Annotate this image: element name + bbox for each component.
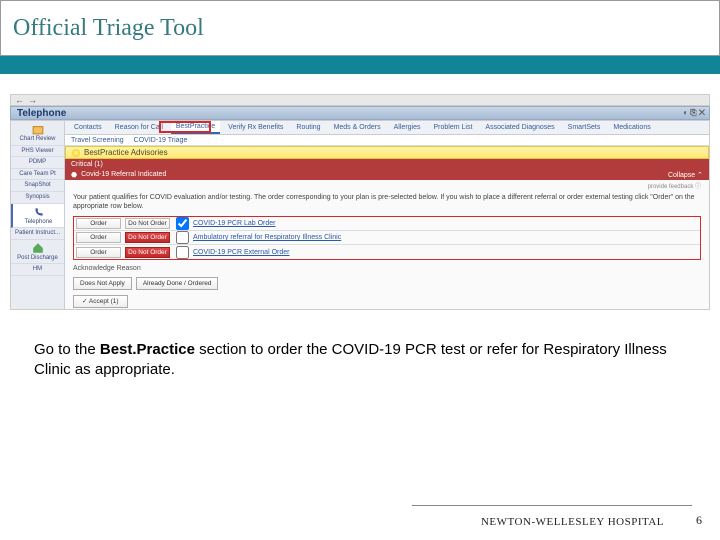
house-icon [31, 242, 45, 254]
subtab-travel[interactable]: Travel Screening [71, 137, 124, 144]
footer-rule [412, 505, 692, 506]
sidebar-item-careteam[interactable]: Care Team Pt [11, 169, 64, 181]
subtab-row: Travel Screening COVID-19 Triage [65, 135, 709, 146]
tab-row: Contacts Reason for Call BestPractice Ve… [65, 121, 709, 135]
main-panel: Contacts Reason for Call BestPractice Ve… [65, 121, 709, 309]
tab-allergies[interactable]: Allergies [389, 122, 426, 133]
ack-notapply-button[interactable]: Does Not Apply [73, 277, 132, 290]
order-button[interactable]: Order [76, 218, 121, 229]
sidebar-item-ptinstruct[interactable]: Patient Instruct... [11, 228, 64, 240]
ack-buttons: Does Not Apply Already Done / Ordered [65, 275, 709, 292]
order-label[interactable]: COVID-19 PCR External Order [193, 249, 700, 256]
sidebar-item-pdmp[interactable]: PDMP [11, 157, 64, 169]
tab-smartsets[interactable]: SmartSets [563, 122, 606, 133]
slide-header: Official Triage Tool [0, 0, 720, 56]
referral-bar: ⬣ Covid-19 Referral Indicated Collapse ⌃ [65, 170, 709, 180]
tab-reason[interactable]: Reason for Call [110, 122, 168, 133]
ack-label: Acknowledge Reason [65, 262, 709, 275]
fwd-icon[interactable]: → [28, 95, 37, 105]
donotorder-button[interactable]: Do Not Order [125, 247, 170, 258]
instruction-text: Go to the Best.Practice section to order… [34, 340, 688, 381]
order-table: Order Do Not Order COVID-19 PCR Lab Orde… [73, 216, 701, 260]
sidebar-item-snapshot[interactable]: SnapShot [11, 180, 64, 192]
tab-bestpractice[interactable]: BestPractice [171, 121, 220, 134]
order-button[interactable]: Order [76, 247, 121, 258]
tab-assocdiag[interactable]: Associated Diagnoses [480, 122, 559, 133]
sidebar-item-hm[interactable]: HM [11, 264, 64, 276]
order-checkbox[interactable] [176, 231, 189, 244]
back-icon[interactable]: ← [15, 95, 24, 105]
tab-contacts[interactable]: Contacts [69, 122, 107, 133]
footer-hospital: NEWTON-WELLESLEY HOSPITAL [481, 516, 664, 528]
window-controls[interactable]: ◐ ⎘ ✕ [683, 108, 705, 118]
bpa-header-bar: BestPractice Advisories [65, 146, 709, 159]
sidebar-item-postdischarge[interactable]: Post Discharge [11, 240, 64, 265]
order-checkbox[interactable] [176, 217, 189, 230]
page-number: 6 [696, 513, 702, 528]
alert-icon: ⬣ [71, 171, 77, 179]
order-row-pcr-external: Order Do Not Order COVID-19 PCR External… [74, 245, 700, 259]
sidebar-item-synopsis[interactable]: Synopsis [11, 192, 64, 204]
sidebar-item-phs[interactable]: PHS Viewer [11, 146, 64, 158]
feedback-link[interactable]: provide feedback ⓘ [65, 180, 709, 190]
advisory-text: Your patient qualifies for COVID evaluat… [65, 190, 709, 214]
subtab-covidtriage[interactable]: COVID-19 Triage [134, 137, 188, 144]
tab-meds[interactable]: Meds & Orders [329, 122, 386, 133]
sidebar-item-telephone[interactable]: Telephone [11, 204, 64, 229]
order-row-pcr-lab: Order Do Not Order COVID-19 PCR Lab Orde… [74, 217, 700, 231]
order-label[interactable]: Ambulatory referral for Respiratory Illn… [193, 234, 700, 241]
tab-medications[interactable]: Medications [608, 122, 655, 133]
order-button[interactable]: Order [76, 232, 121, 243]
ehr-screenshot: ← → Telephone ◐ ⎘ ✕ Chart Review PHS Vie… [10, 94, 710, 314]
window-titlebar: Telephone ◐ ⎘ ✕ [10, 106, 710, 120]
chart-icon [31, 123, 45, 135]
sidebar: Chart Review PHS Viewer PDMP Care Team P… [11, 121, 65, 309]
tab-verifyrx[interactable]: Verify Rx Benefits [223, 122, 288, 133]
accept-button[interactable]: ✓ Accept (1) [73, 295, 128, 308]
donotorder-button[interactable]: Do Not Order [125, 232, 170, 243]
collapse-link[interactable]: Collapse ⌃ [668, 171, 703, 179]
tab-problemlist[interactable]: Problem List [429, 122, 478, 133]
order-label[interactable]: COVID-19 PCR Lab Order [193, 220, 700, 227]
tab-routing[interactable]: Routing [291, 122, 325, 133]
order-checkbox[interactable] [176, 246, 189, 259]
donotorder-button[interactable]: Do Not Order [125, 218, 170, 229]
phone-icon [32, 206, 46, 218]
lightbulb-icon [72, 149, 80, 157]
bpa-title: BestPractice Advisories [84, 148, 168, 157]
screenshot-toolbar: ← → [10, 94, 710, 106]
window-title: Telephone [17, 108, 66, 119]
critical-bar: Critical (1) [65, 159, 709, 169]
sidebar-item-chartreview[interactable]: Chart Review [11, 121, 64, 146]
teal-stripe [0, 56, 720, 74]
slide-title: Official Triage Tool [13, 15, 204, 42]
ack-alreadydone-button[interactable]: Already Done / Ordered [136, 277, 219, 290]
order-row-respiratory-ref: Order Do Not Order Ambulatory referral f… [74, 231, 700, 245]
